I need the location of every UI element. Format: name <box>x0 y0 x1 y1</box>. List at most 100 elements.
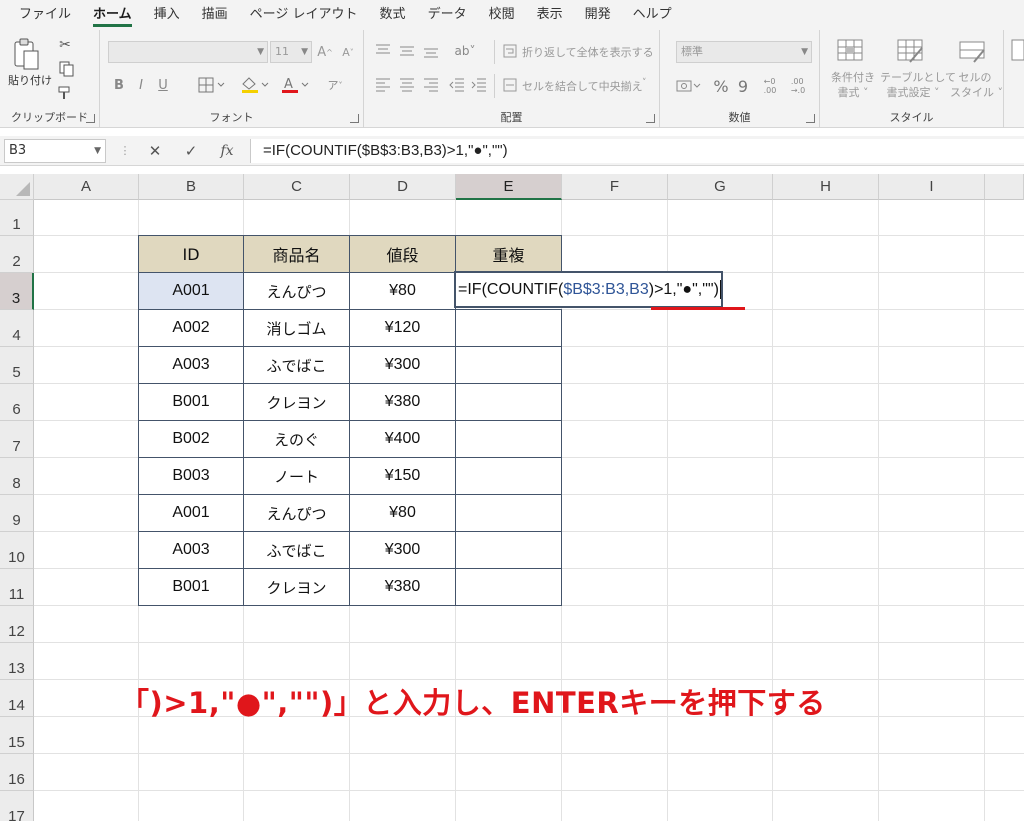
increase-indent-icon[interactable] <box>470 76 488 94</box>
table-cell[interactable]: A002 <box>138 309 244 347</box>
format-painter-icon[interactable] <box>56 84 74 102</box>
comma-button[interactable]: 9 <box>734 76 752 96</box>
table-header-cell[interactable]: 重複 <box>455 235 562 273</box>
table-cell[interactable]: ¥400 <box>349 420 456 458</box>
align-top-icon[interactable] <box>374 42 392 60</box>
number-launcher-icon[interactable] <box>806 114 815 123</box>
tab-5[interactable]: 数式 <box>369 0 417 30</box>
row-header-9[interactable]: 9 <box>0 495 34 532</box>
insert-cells-icon[interactable] <box>1010 36 1024 66</box>
table-cell[interactable]: ¥80 <box>349 272 456 310</box>
duplicate-cell[interactable] <box>455 568 562 606</box>
font-size-combo[interactable]: 11 ▼ <box>270 41 312 63</box>
table-cell[interactable]: ¥380 <box>349 383 456 421</box>
table-cell[interactable]: B003 <box>138 457 244 495</box>
table-cell[interactable]: クレヨン <box>243 383 350 421</box>
tab-4[interactable]: ページ レイアウト <box>239 0 369 30</box>
row-header-2[interactable]: 2 <box>0 236 34 273</box>
align-center-icon[interactable] <box>398 76 416 94</box>
paste-button[interactable]: 貼り付け <box>8 72 52 88</box>
font-launcher-icon[interactable] <box>350 114 359 123</box>
wrap-text-icon[interactable] <box>502 42 518 60</box>
column-header-d[interactable]: D <box>350 174 456 200</box>
cell-styles-icon[interactable] <box>956 36 990 66</box>
tab-3[interactable]: 描画 <box>191 0 239 30</box>
duplicate-cell[interactable] <box>455 383 562 421</box>
alignment-launcher-icon[interactable] <box>646 114 655 123</box>
font-color-icon[interactable]: A <box>278 74 312 96</box>
table-cell[interactable]: A001 <box>138 272 244 310</box>
table-cell[interactable]: えんぴつ <box>243 494 350 532</box>
column-header-i[interactable]: I <box>879 174 985 200</box>
column-header-f[interactable]: F <box>562 174 668 200</box>
table-cell[interactable]: A003 <box>138 531 244 569</box>
tab-7[interactable]: 校閲 <box>478 0 526 30</box>
decrease-indent-icon[interactable] <box>448 76 466 94</box>
accounting-format-icon[interactable] <box>674 76 704 96</box>
column-header-b[interactable]: B <box>139 174 244 200</box>
table-cell[interactable]: A001 <box>138 494 244 532</box>
copy-icon[interactable] <box>56 60 80 78</box>
tab-10[interactable]: ヘルプ <box>622 0 683 30</box>
table-cell[interactable]: ふでばこ <box>243 531 350 569</box>
underline-button[interactable]: U <box>154 74 172 96</box>
table-cell[interactable]: B002 <box>138 420 244 458</box>
editing-cell-e3[interactable]: =IF(COUNTIF($B$3:B3,B3)>1,"●","") <box>454 271 723 308</box>
cell-styles-button[interactable]: セルの スタイル ˅ <box>950 70 1003 100</box>
format-as-table-button[interactable]: テーブルとして 書式設定 ˅ <box>880 70 956 100</box>
name-box[interactable]: B3 ▼ <box>4 139 106 163</box>
table-cell[interactable]: ふでばこ <box>243 346 350 384</box>
row-header-12[interactable]: 12 <box>0 606 34 643</box>
row-header-17[interactable]: 17 <box>0 791 34 821</box>
column-header-c[interactable]: C <box>244 174 350 200</box>
table-cell[interactable]: えのぐ <box>243 420 350 458</box>
bold-button[interactable]: B <box>110 74 128 96</box>
table-header-cell[interactable]: 商品名 <box>243 235 350 273</box>
column-header-h[interactable]: H <box>773 174 879 200</box>
row-header-11[interactable]: 11 <box>0 569 34 606</box>
percent-button[interactable]: % <box>712 76 730 96</box>
align-left-icon[interactable] <box>374 76 392 94</box>
tab-8[interactable]: 表示 <box>526 0 574 30</box>
table-cell[interactable]: 消しゴム <box>243 309 350 347</box>
chevron-down-icon[interactable]: ˅ <box>642 78 647 88</box>
table-cell[interactable]: ノート <box>243 457 350 495</box>
font-name-combo[interactable]: ▼ <box>108 41 268 63</box>
table-cell[interactable]: ¥300 <box>349 346 456 384</box>
enter-icon[interactable]: ✓ <box>178 139 204 163</box>
row-header-7[interactable]: 7 <box>0 421 34 458</box>
conditional-formatting-icon[interactable] <box>834 36 868 66</box>
tab-2[interactable]: 挿入 <box>143 0 191 30</box>
table-cell[interactable]: A003 <box>138 346 244 384</box>
duplicate-cell[interactable] <box>455 346 562 384</box>
number-format-combo[interactable]: 標準 ▼ <box>676 41 812 63</box>
shrink-font-icon[interactable]: A ˅ <box>338 41 358 63</box>
duplicate-cell[interactable] <box>455 494 562 532</box>
fill-color-icon[interactable] <box>238 74 272 96</box>
merge-center-icon[interactable] <box>502 76 518 94</box>
merge-center-button[interactable]: セルを結合して中央揃え <box>522 78 643 94</box>
phonetic-icon[interactable]: ア ˅ <box>320 74 350 96</box>
duplicate-cell[interactable] <box>455 420 562 458</box>
row-header-15[interactable]: 15 <box>0 717 34 754</box>
table-cell[interactable]: ¥380 <box>349 568 456 606</box>
table-cell[interactable]: ¥120 <box>349 309 456 347</box>
grow-font-icon[interactable]: A ^ <box>315 41 335 63</box>
duplicate-cell[interactable] <box>455 309 562 347</box>
align-bottom-icon[interactable] <box>422 42 440 60</box>
select-all-corner[interactable] <box>0 174 34 200</box>
row-header-8[interactable]: 8 <box>0 458 34 495</box>
cancel-icon[interactable]: ✕ <box>142 139 168 163</box>
formula-input[interactable]: =IF(COUNTIF($B$3:B3,B3)>1,"●","") <box>250 139 1024 163</box>
tab-1[interactable]: ホーム <box>82 0 143 30</box>
row-header-10[interactable]: 10 <box>0 532 34 569</box>
increase-decimal-icon[interactable]: ←0.00 <box>758 76 782 96</box>
table-cell[interactable]: ¥300 <box>349 531 456 569</box>
row-header-16[interactable]: 16 <box>0 754 34 791</box>
italic-button[interactable]: I <box>132 74 150 96</box>
align-right-icon[interactable] <box>422 76 440 94</box>
table-header-cell[interactable]: 値段 <box>349 235 456 273</box>
paste-icon[interactable] <box>8 36 46 72</box>
borders-icon[interactable] <box>196 74 228 96</box>
row-header-3[interactable]: 3 <box>0 273 34 310</box>
